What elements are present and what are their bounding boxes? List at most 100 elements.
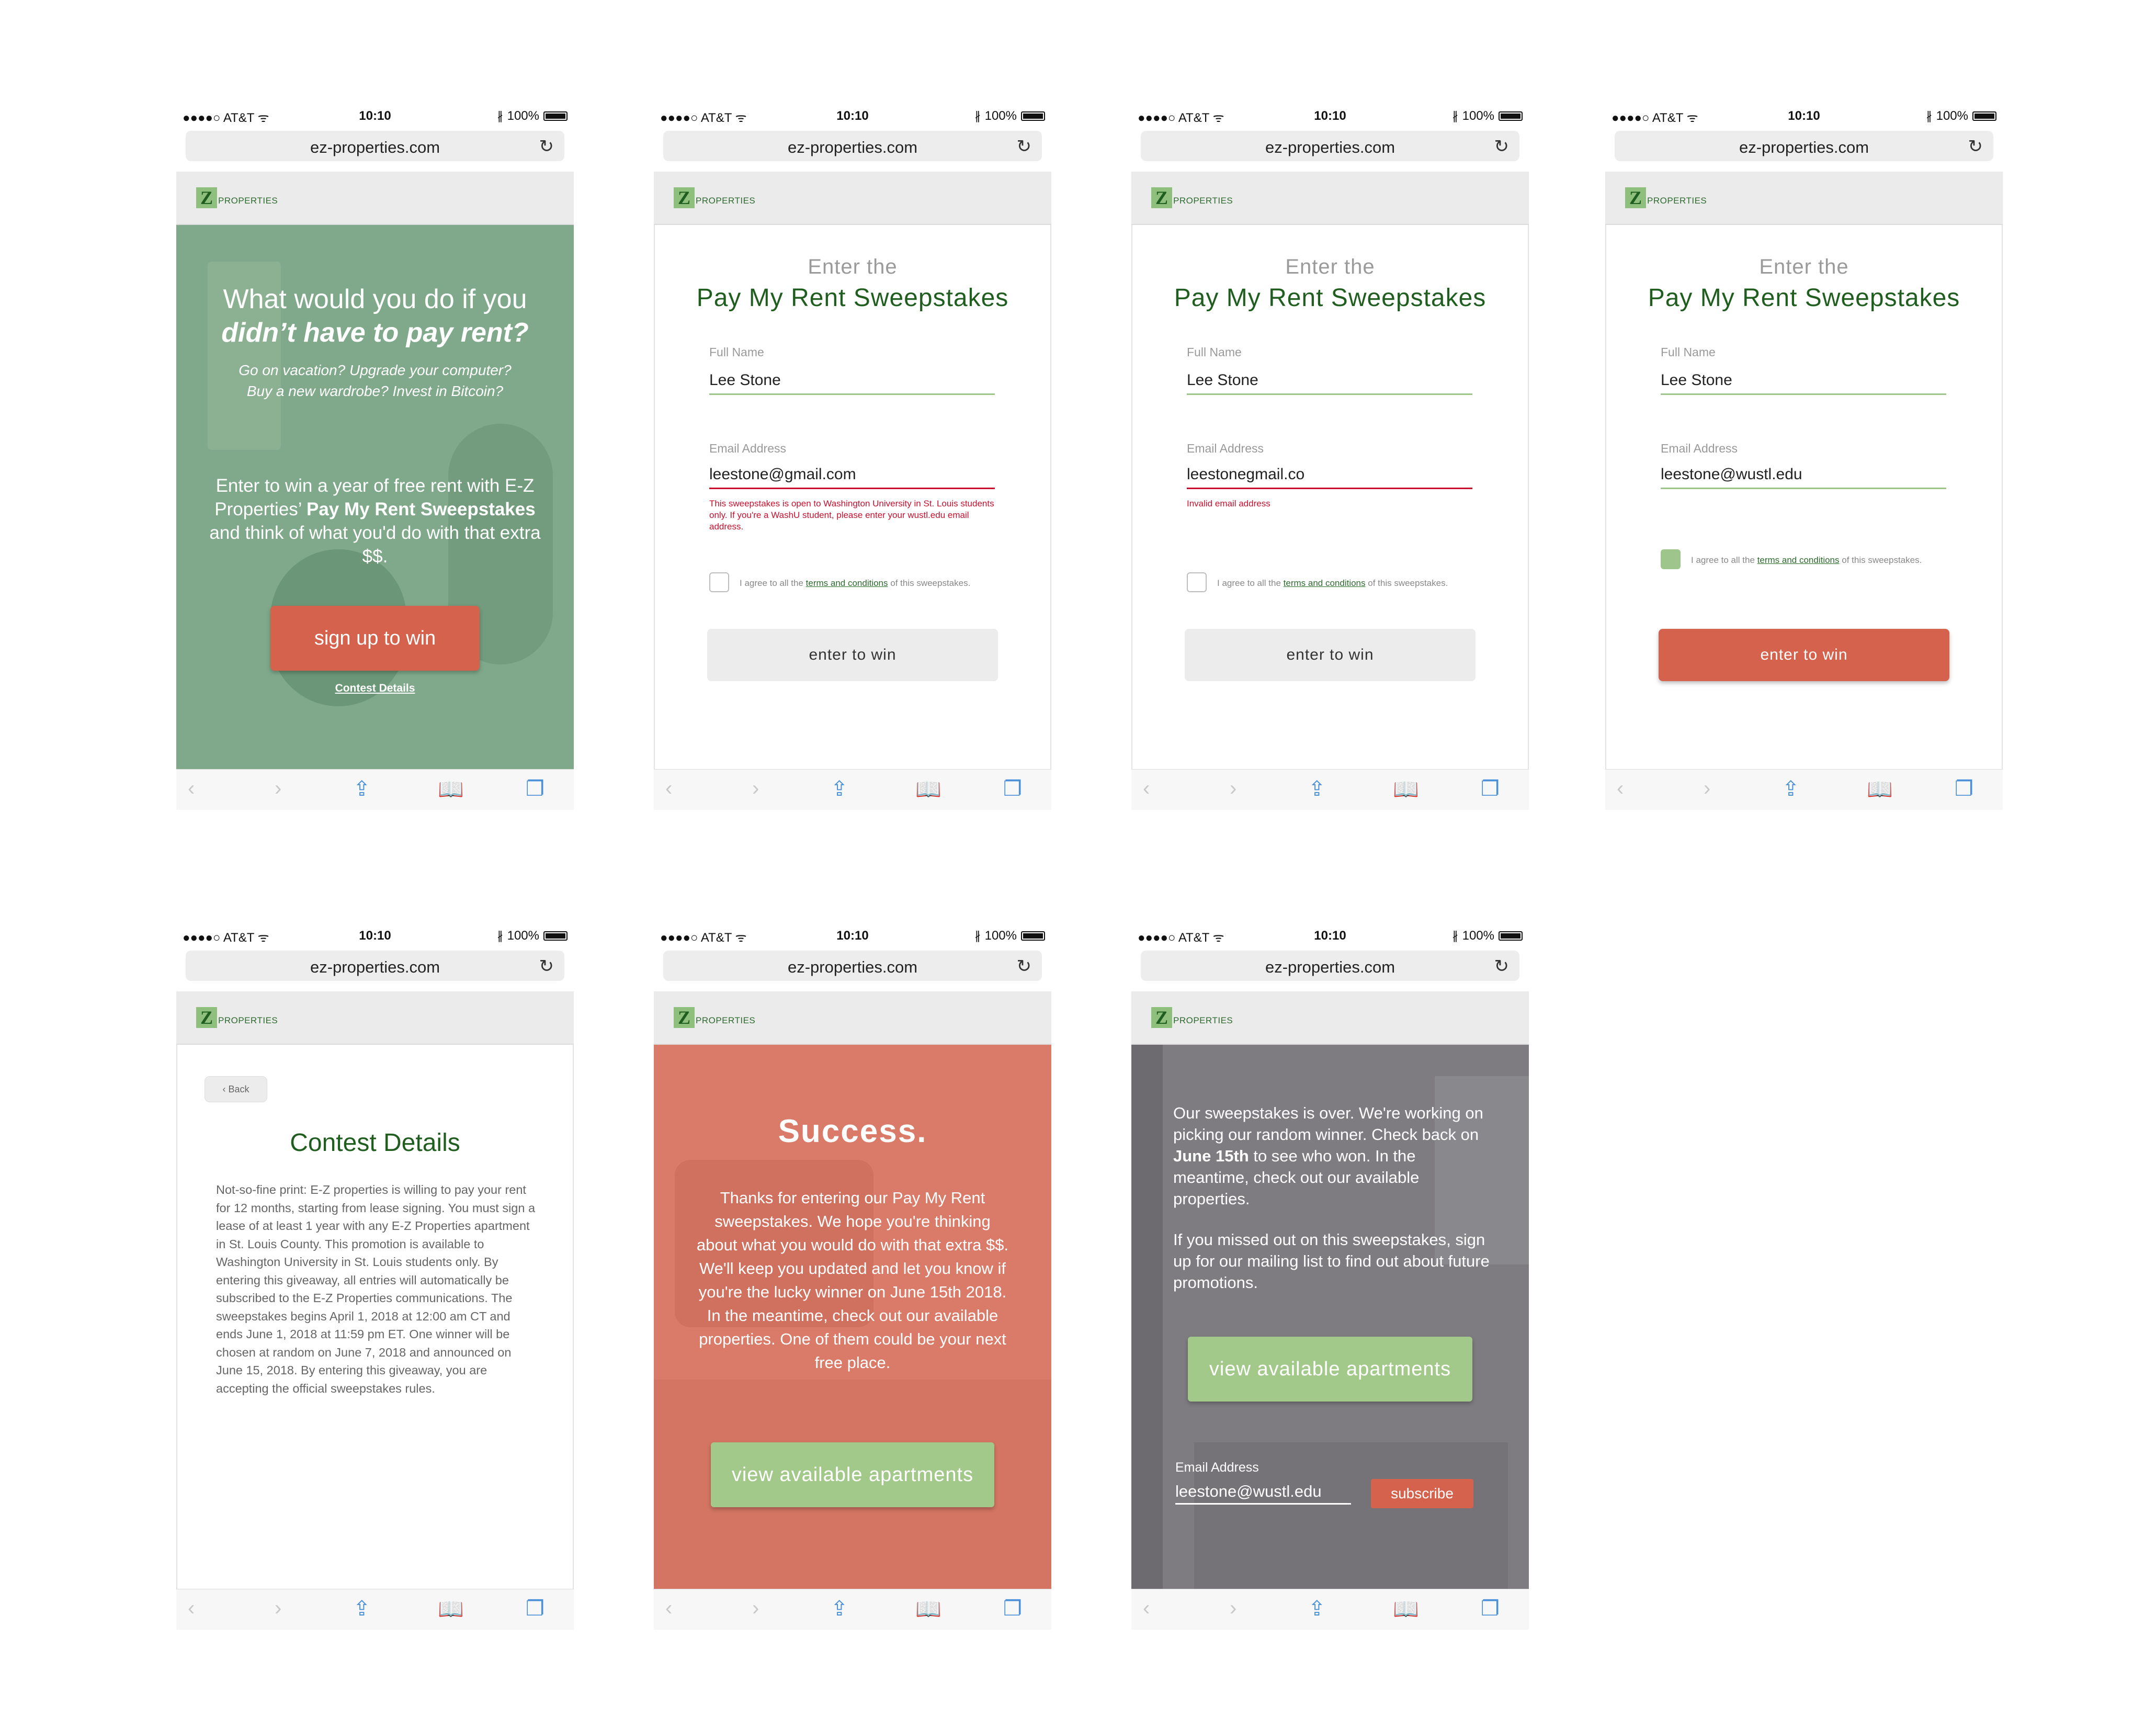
browser-toolbar: ‹ › ⇪ 📖 ❐ bbox=[654, 1589, 1051, 1630]
bookmarks-icon[interactable]: 📖 bbox=[438, 777, 464, 801]
ez-properties-logo[interactable]: Z PROPERTIES bbox=[1625, 187, 1707, 208]
email-field[interactable]: leestone@gmail.com bbox=[709, 466, 995, 489]
terms-link[interactable]: terms and conditions bbox=[1757, 555, 1840, 565]
bookmarks-icon[interactable]: 📖 bbox=[1867, 777, 1893, 801]
address-bar[interactable]: ez-properties.com ↻ bbox=[1615, 131, 1993, 161]
enter-to-win-button[interactable]: enter to win bbox=[1185, 629, 1476, 681]
share-icon[interactable]: ⇪ bbox=[353, 1597, 371, 1621]
tabs-icon[interactable]: ❐ bbox=[1481, 777, 1500, 801]
bookmarks-icon[interactable]: 📖 bbox=[915, 1597, 941, 1621]
terms-link[interactable]: terms and conditions bbox=[1284, 578, 1366, 588]
email-field[interactable]: leestone@wustl.edu bbox=[1175, 1482, 1351, 1505]
subscribe-button[interactable]: subscribe bbox=[1371, 1479, 1473, 1508]
ez-properties-logo[interactable]: Z PROPERTIES bbox=[1151, 1007, 1233, 1028]
logo-mark: Z bbox=[196, 1007, 217, 1028]
address-bar[interactable]: ez-properties.com ↻ bbox=[186, 951, 564, 981]
terms-checkbox[interactable] bbox=[1661, 549, 1681, 569]
name-field[interactable]: Lee Stone bbox=[709, 371, 995, 395]
share-icon[interactable]: ⇪ bbox=[1782, 777, 1800, 801]
ez-properties-logo[interactable]: Z PROPERTIES bbox=[1151, 187, 1233, 208]
url-text: ez-properties.com bbox=[787, 138, 918, 156]
terms-text: I agree to all the terms and conditions … bbox=[740, 578, 971, 588]
back-button[interactable]: ‹ Back bbox=[205, 1076, 267, 1102]
tabs-icon[interactable]: ❐ bbox=[1481, 1597, 1500, 1621]
tabs-icon[interactable]: ❐ bbox=[1003, 1597, 1022, 1621]
forward-icon[interactable]: › bbox=[1230, 1597, 1236, 1620]
share-icon[interactable]: ⇪ bbox=[831, 1597, 848, 1621]
sign-up-button[interactable]: sign up to win bbox=[270, 606, 480, 671]
logo-mark: Z bbox=[674, 1007, 695, 1028]
back-icon[interactable]: ‹ bbox=[1143, 1597, 1150, 1620]
reload-icon[interactable]: ↻ bbox=[1017, 956, 1032, 977]
browser-toolbar: ‹ › ⇪ 📖 ❐ bbox=[654, 769, 1051, 810]
share-icon[interactable]: ⇪ bbox=[1308, 777, 1326, 801]
site-header: Z PROPERTIES bbox=[654, 172, 1051, 225]
ez-properties-logo[interactable]: Z PROPERTIES bbox=[196, 187, 278, 208]
tabs-icon[interactable]: ❐ bbox=[526, 1597, 544, 1621]
back-icon[interactable]: ‹ bbox=[188, 777, 195, 800]
tabs-icon[interactable]: ❐ bbox=[1003, 777, 1022, 801]
forward-icon[interactable]: › bbox=[1704, 777, 1710, 800]
back-icon[interactable]: ‹ bbox=[665, 1597, 672, 1620]
bookmarks-icon[interactable]: 📖 bbox=[1393, 777, 1419, 801]
reload-icon[interactable]: ↻ bbox=[1494, 136, 1510, 157]
forward-icon[interactable]: › bbox=[1230, 777, 1236, 800]
address-bar[interactable]: ez-properties.com ↻ bbox=[1141, 131, 1519, 161]
form-title: Pay My Rent Sweepstakes bbox=[1174, 284, 1486, 312]
email-error: Invalid email address bbox=[1187, 499, 1270, 509]
view-apartments-button[interactable]: view available apartments bbox=[711, 1442, 994, 1507]
view-apartments-button[interactable]: view available apartments bbox=[1188, 1337, 1472, 1402]
ez-properties-logo[interactable]: Z PROPERTIES bbox=[196, 1007, 278, 1028]
status-bar: ●●●●○ AT&T ᯤ 10:10 ∦ 100% bbox=[1605, 104, 2003, 128]
reload-icon[interactable]: ↻ bbox=[1494, 956, 1510, 977]
email-field[interactable]: leestone@wustl.edu bbox=[1661, 466, 1946, 489]
back-icon[interactable]: ‹ bbox=[665, 777, 672, 800]
forward-icon[interactable]: › bbox=[752, 777, 759, 800]
terms-link[interactable]: terms and conditions bbox=[806, 578, 888, 588]
bookmarks-icon[interactable]: 📖 bbox=[1393, 1597, 1419, 1621]
email-field[interactable]: leestonegmail.co bbox=[1187, 466, 1472, 489]
battery-status: ∦ 100% bbox=[497, 929, 568, 943]
bookmarks-icon[interactable]: 📖 bbox=[915, 777, 941, 801]
share-icon[interactable]: ⇪ bbox=[353, 777, 371, 801]
address-bar[interactable]: ez-properties.com ↻ bbox=[1141, 951, 1519, 981]
back-icon[interactable]: ‹ bbox=[1617, 777, 1624, 800]
terms-checkbox[interactable] bbox=[1187, 572, 1207, 592]
logo-word: PROPERTIES bbox=[218, 1015, 278, 1025]
ez-properties-logo[interactable]: Z PROPERTIES bbox=[674, 187, 755, 208]
back-icon[interactable]: ‹ bbox=[1143, 777, 1150, 800]
forward-icon[interactable]: › bbox=[752, 1597, 759, 1620]
over-message: Our sweepstakes is over. We're working o… bbox=[1173, 1104, 1483, 1208]
enter-to-win-button[interactable]: enter to win bbox=[707, 629, 998, 681]
reload-icon[interactable]: ↻ bbox=[539, 956, 554, 977]
hero-headline: What would you do if you didn’t have to p… bbox=[221, 284, 529, 348]
enter-to-win-button[interactable]: enter to win bbox=[1659, 629, 1949, 681]
url-text: ez-properties.com bbox=[1265, 138, 1395, 156]
address-bar[interactable]: ez-properties.com ↻ bbox=[663, 951, 1042, 981]
hero-subheadline: Go on vacation? Upgrade your computer? Bu… bbox=[239, 362, 512, 399]
chevron-left-icon: ‹ bbox=[222, 1083, 226, 1094]
bluetooth-icon: ∦ bbox=[974, 929, 981, 942]
bookmarks-icon[interactable]: 📖 bbox=[438, 1597, 464, 1621]
email-error: This sweepstakes is open to Washington U… bbox=[709, 499, 994, 532]
ez-properties-logo[interactable]: Z PROPERTIES bbox=[674, 1007, 755, 1028]
tabs-icon[interactable]: ❐ bbox=[1955, 777, 1973, 801]
address-bar[interactable]: ez-properties.com ↻ bbox=[663, 131, 1042, 161]
name-field[interactable]: Lee Stone bbox=[1661, 371, 1946, 395]
address-bar[interactable]: ez-properties.com ↻ bbox=[186, 131, 564, 161]
terms-checkbox[interactable] bbox=[709, 572, 729, 592]
contest-details-link[interactable]: Contest Details bbox=[176, 682, 574, 695]
name-field[interactable]: Lee Stone bbox=[1187, 371, 1472, 395]
forward-icon[interactable]: › bbox=[275, 1597, 281, 1620]
share-icon[interactable]: ⇪ bbox=[1308, 1597, 1326, 1621]
reload-icon[interactable]: ↻ bbox=[1968, 136, 1983, 157]
tabs-icon[interactable]: ❐ bbox=[526, 777, 544, 801]
forward-icon[interactable]: › bbox=[275, 777, 281, 800]
back-icon[interactable]: ‹ bbox=[188, 1597, 195, 1620]
share-icon[interactable]: ⇪ bbox=[831, 777, 848, 801]
reload-icon[interactable]: ↻ bbox=[539, 136, 554, 157]
reload-icon[interactable]: ↻ bbox=[1017, 136, 1032, 157]
site-header: Z PROPERTIES bbox=[654, 991, 1051, 1045]
logo-word: PROPERTIES bbox=[696, 196, 756, 206]
browser-toolbar: ‹ › ⇪ 📖 ❐ bbox=[176, 769, 574, 810]
